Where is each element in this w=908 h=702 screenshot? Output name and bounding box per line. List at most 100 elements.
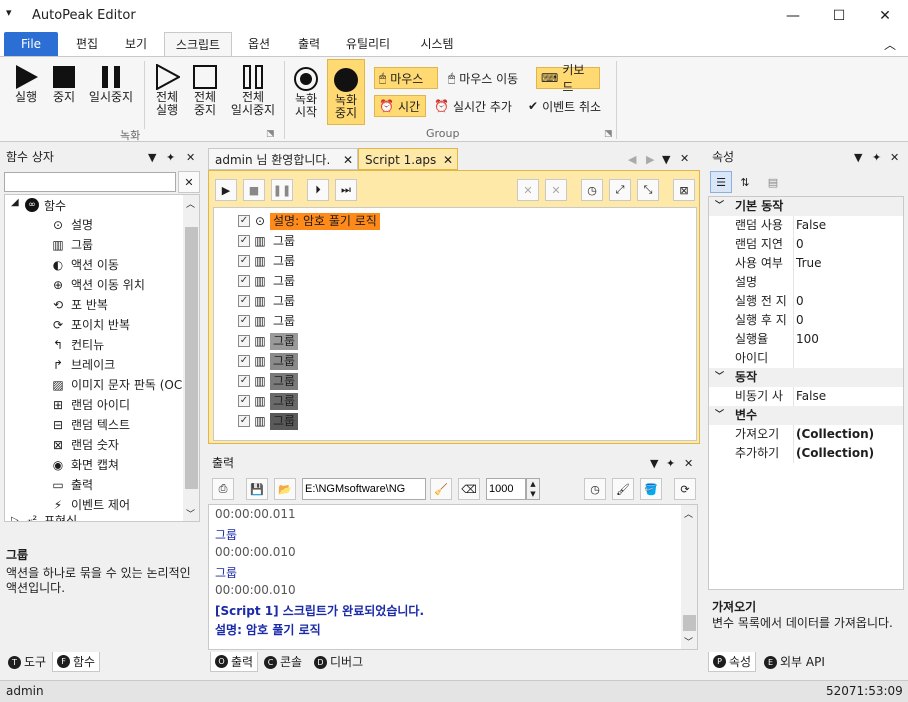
- function-item[interactable]: ⟲ 포 반복: [51, 295, 108, 315]
- function-item[interactable]: ▥ 그룹: [51, 235, 93, 255]
- script-stop-button[interactable]: ■: [243, 179, 265, 201]
- collapse-arrow-icon[interactable]: ﹀: [715, 197, 724, 216]
- script-row-group[interactable]: ✓ ▥ 그룹: [238, 252, 298, 270]
- row-checkbox[interactable]: ✓: [238, 395, 250, 407]
- dropdown-icon[interactable]: ▼: [148, 151, 156, 164]
- row-checkbox[interactable]: ✓: [238, 355, 250, 367]
- close-tab-icon[interactable]: ✕: [343, 149, 353, 171]
- output-open-folder-button[interactable]: 📂: [274, 478, 296, 500]
- minimize-button[interactable]: —: [770, 0, 816, 32]
- event-cancel-button[interactable]: ✔ 이벤트 취소: [524, 95, 616, 117]
- tab-utility[interactable]: 유틸리티: [336, 32, 400, 56]
- property-row[interactable]: 비동기 사 False: [709, 387, 903, 406]
- pin-icon[interactable]: ✦: [166, 151, 175, 164]
- property-row[interactable]: 실행 전 지0: [709, 292, 903, 311]
- tab-edit[interactable]: 편집: [64, 32, 110, 56]
- tab-file[interactable]: File: [4, 32, 58, 56]
- row-checkbox[interactable]: ✓: [238, 215, 250, 227]
- function-item[interactable]: ◉ 화면 캡쳐: [51, 455, 119, 475]
- system-menu-icon[interactable]: ▾: [6, 6, 12, 19]
- collapse-arrow-icon[interactable]: ﹀: [715, 406, 724, 425]
- realtime-add-button[interactable]: ⏰ 실시간 추가: [430, 95, 522, 117]
- property-row[interactable]: 랜덤 사용 False: [709, 216, 903, 235]
- row-checkbox[interactable]: ✓: [238, 315, 250, 327]
- output-new-button[interactable]: ⎙: [212, 478, 234, 500]
- tree-root-expressions[interactable]: 𝓍² 표현식: [25, 513, 77, 522]
- mouse-toggle-button[interactable]: 🖱 마우스: [374, 67, 438, 89]
- tab-options[interactable]: 옵션: [238, 32, 280, 56]
- property-row[interactable]: 사용 여부 True: [709, 254, 903, 273]
- function-item[interactable]: ⟳ 포이치 반복: [51, 315, 130, 335]
- tree-root-functions[interactable]: ∞ 함수: [25, 195, 66, 215]
- script-pause-button[interactable]: ❚❚: [271, 179, 293, 201]
- property-pages-button[interactable]: ▤: [762, 171, 784, 193]
- stop-all-button[interactable]: 전체 중지: [186, 57, 224, 125]
- eraser-button[interactable]: ⌫: [458, 478, 480, 500]
- function-item[interactable]: ▨ 이미지 문자 판독 (OC: [51, 375, 182, 395]
- dropdown-icon[interactable]: ▼: [854, 151, 862, 164]
- tab-debugger[interactable]: D 디버그: [310, 652, 367, 672]
- category-basic[interactable]: ﹀ 기본 동작: [709, 197, 903, 216]
- maximize-button[interactable]: ☐: [816, 0, 862, 32]
- group-expand-icon[interactable]: ⬔: [604, 129, 613, 139]
- close-button[interactable]: ✕: [862, 0, 908, 32]
- function-search-input[interactable]: [4, 172, 176, 192]
- brush-button[interactable]: 🖌: [612, 478, 634, 500]
- function-item[interactable]: ⊟ 랜덤 텍스트: [51, 415, 130, 435]
- close-panel-icon[interactable]: ✕: [684, 457, 693, 470]
- row-checkbox[interactable]: ✓: [238, 295, 250, 307]
- collapse-arrow-icon[interactable]: ◢: [11, 197, 19, 208]
- scroll-left-icon[interactable]: ◀: [628, 153, 636, 166]
- expand-button[interactable]: ⤢: [609, 179, 631, 201]
- group-expand-icon[interactable]: ⬔: [266, 129, 275, 139]
- categorized-view-button[interactable]: ☰: [710, 171, 732, 193]
- line-limit-input[interactable]: [486, 478, 526, 500]
- close-panel-icon[interactable]: ✕: [890, 151, 899, 164]
- function-item[interactable]: ▭ 출력: [51, 475, 93, 495]
- script-row-group[interactable]: ✓ ▥ 그룹: [238, 392, 299, 410]
- property-row[interactable]: 실행 후 지0: [709, 311, 903, 330]
- tab-console[interactable]: C 콘솔: [260, 652, 306, 672]
- scrollbar-thumb[interactable]: [683, 615, 696, 631]
- script-row-group[interactable]: ✓ ▥ 그룹: [238, 232, 298, 250]
- line-limit-spinner[interactable]: ▲ ▼: [526, 478, 540, 500]
- refresh-button[interactable]: ⟳: [674, 478, 696, 500]
- output-scrollbar[interactable]: ︿ ﹀: [681, 505, 697, 649]
- script-row-description[interactable]: ✓ ⊙ 설명: 암호 풀기 로직: [238, 212, 380, 230]
- run-all-button[interactable]: 전체 실행: [148, 57, 186, 125]
- delete-button[interactable]: ✕: [517, 179, 539, 201]
- function-item[interactable]: ⊠ 랜덤 숫자: [51, 435, 119, 455]
- row-checkbox[interactable]: ✓: [238, 335, 250, 347]
- script-row-group[interactable]: ✓ ▥ 그룹: [238, 412, 299, 430]
- script-row-group[interactable]: ✓ ▥ 그룹: [238, 352, 299, 370]
- stop-button[interactable]: 중지: [46, 57, 82, 117]
- output-save-button[interactable]: 💾: [246, 478, 268, 500]
- script-step-button[interactable]: ⏵: [307, 179, 329, 201]
- pin-icon[interactable]: ✦: [666, 457, 675, 470]
- fill-button[interactable]: 🪣: [640, 478, 662, 500]
- category-action[interactable]: ﹀ 동작: [709, 368, 903, 387]
- script-run-button[interactable]: ▶: [215, 179, 237, 201]
- property-row[interactable]: 아이디: [709, 349, 903, 368]
- pin-icon[interactable]: ✦: [872, 151, 881, 164]
- script-row-group[interactable]: ✓ ▥ 그룹: [238, 292, 298, 310]
- clean-button[interactable]: 🧹: [430, 478, 452, 500]
- dropdown-icon[interactable]: ▼: [662, 153, 670, 166]
- ribbon-collapse-icon[interactable]: ︿: [884, 36, 896, 53]
- tab-tools[interactable]: T 도구: [4, 652, 50, 672]
- close-script-button[interactable]: ⊠: [673, 179, 695, 201]
- property-row[interactable]: 가져오기 (Collection): [709, 425, 903, 444]
- sort-az-button[interactable]: ⇅: [734, 171, 756, 193]
- close-doc-icon[interactable]: ✕: [680, 152, 689, 165]
- row-checkbox[interactable]: ✓: [238, 255, 250, 267]
- property-row[interactable]: 실행율 100: [709, 330, 903, 349]
- tab-script[interactable]: Script 1.aps ✕: [358, 148, 458, 170]
- script-row-group[interactable]: ✓ ▥ 그룹: [238, 312, 298, 330]
- keyboard-toggle-button[interactable]: ⌨ 키보드: [536, 63, 600, 94]
- row-checkbox[interactable]: ✓: [238, 415, 250, 427]
- record-start-button[interactable]: 녹화 시작: [288, 59, 324, 125]
- history-button[interactable]: ◷: [581, 179, 603, 201]
- expand-arrow-icon[interactable]: ▷: [11, 515, 19, 521]
- row-checkbox[interactable]: ✓: [238, 235, 250, 247]
- tab-system[interactable]: 시스템: [410, 32, 464, 56]
